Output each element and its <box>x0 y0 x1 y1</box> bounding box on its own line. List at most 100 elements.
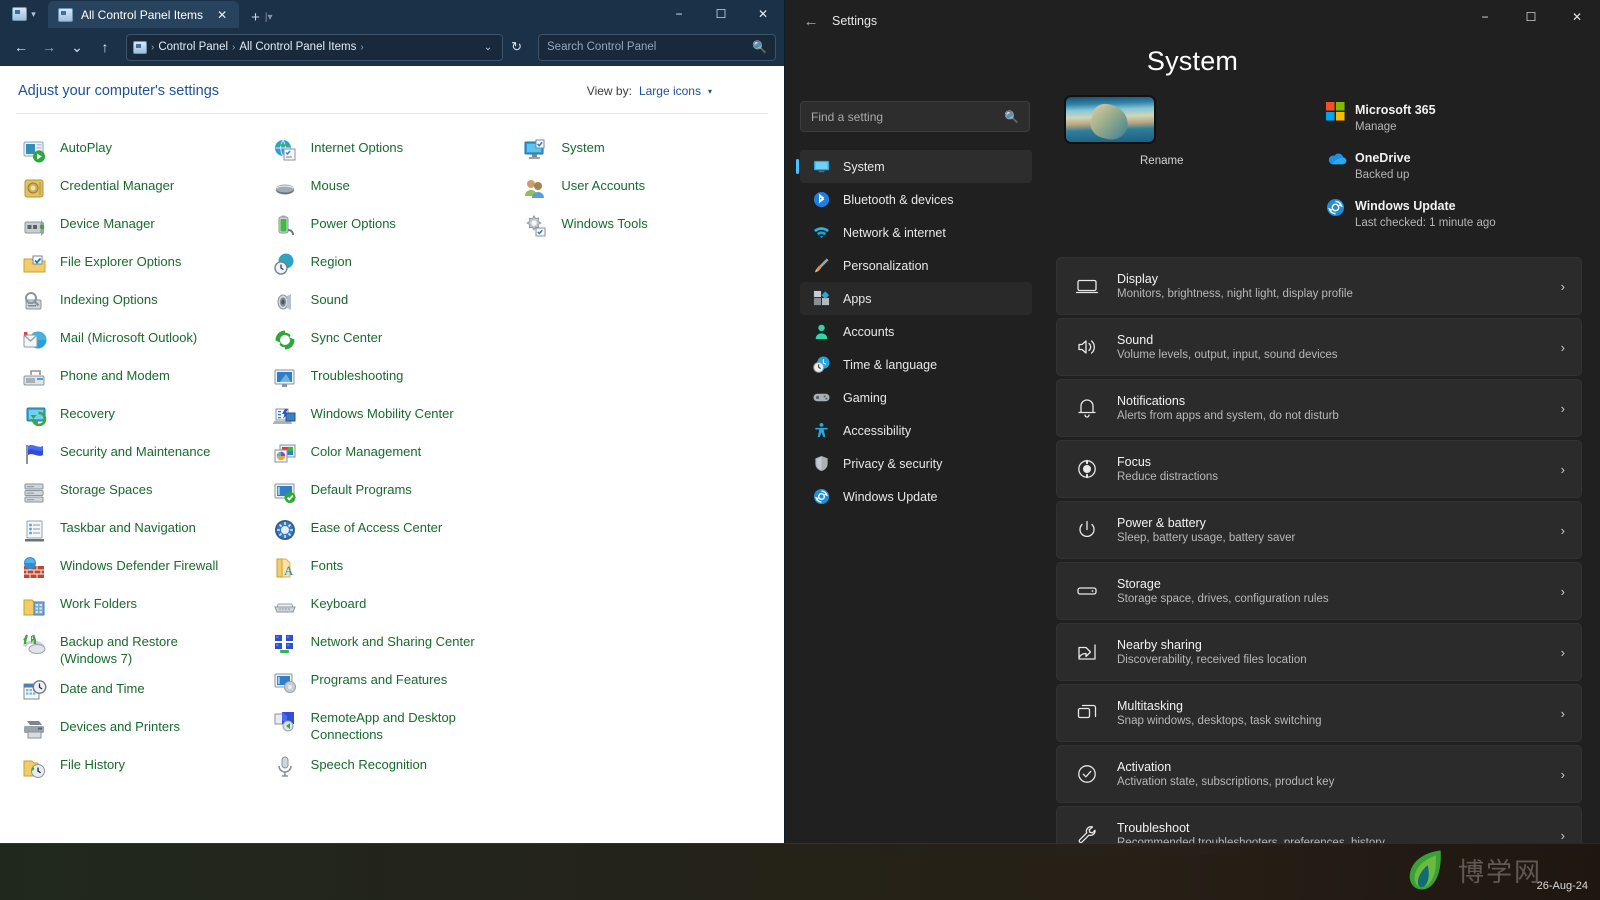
find-a-setting-input[interactable] <box>811 109 1005 124</box>
sidebar-item-privacy-security[interactable]: Privacy & security <box>800 447 1032 480</box>
taskbar-and-navigation-icon <box>22 518 48 544</box>
breadcrumb-dropdown-icon[interactable]: ⌄ <box>478 42 498 53</box>
sidebar-item-bluetooth-devices[interactable]: Bluetooth & devices <box>800 183 1032 216</box>
control-panel-item[interactable]: Mouse <box>267 170 512 208</box>
control-panel-item[interactable]: Indexing Options <box>16 284 261 322</box>
control-panel-item[interactable]: User Accounts <box>517 170 762 208</box>
speech-recognition-icon <box>273 755 299 781</box>
close-button[interactable]: ✕ <box>742 0 784 28</box>
control-panel-item[interactable]: System <box>517 132 762 170</box>
control-panel-item[interactable]: A Fonts <box>267 550 512 588</box>
control-panel-item[interactable]: RemoteApp and Desktop Connections <box>267 702 512 749</box>
rename-button[interactable]: Rename <box>1140 155 1183 167</box>
control-panel-item[interactable]: Keyboard <box>267 588 512 626</box>
settings-card-display[interactable]: Display Monitors, brightness, night light… <box>1056 257 1582 315</box>
settings-card-sound[interactable]: Sound Volume levels, output, input, sound… <box>1056 318 1582 376</box>
control-panel-item[interactable]: File Explorer Options <box>16 246 261 284</box>
control-panel-item[interactable]: Credential Manager <box>16 170 261 208</box>
control-panel-item[interactable]: Storage Spaces <box>16 474 261 512</box>
up-button[interactable]: ↑ <box>92 34 118 60</box>
control-panel-item[interactable]: Date and Time <box>16 673 261 711</box>
control-panel-item[interactable]: Sync Center <box>267 322 512 360</box>
close-tab-icon[interactable]: ✕ <box>211 8 233 22</box>
sidebar-item-network-internet[interactable]: Network & internet <box>800 216 1032 249</box>
breadcrumb-item-control-panel[interactable]: Control Panel <box>158 41 228 53</box>
status-microsoft-365[interactable]: Microsoft 365 Manage <box>1326 101 1464 133</box>
control-panel-item[interactable]: Region <box>267 246 512 284</box>
view-by-value[interactable]: Large icons <box>639 84 701 98</box>
explorer-app-menu-button[interactable]: ▾ <box>0 0 48 28</box>
close-button[interactable]: ✕ <box>1554 0 1600 34</box>
control-panel-item[interactable]: Power Options <box>267 208 512 246</box>
minimize-button[interactable]: − <box>658 0 700 28</box>
control-panel-item[interactable]: Speech Recognition <box>267 749 512 787</box>
recent-locations-button[interactable]: ⌄ <box>64 34 90 60</box>
sidebar-item-accounts[interactable]: Accounts <box>800 315 1032 348</box>
control-panel-item[interactable]: Programs and Features <box>267 664 512 702</box>
sidebar-item-gaming[interactable]: Gaming <box>800 381 1032 414</box>
settings-card-power-battery[interactable]: Power & battery Sleep, battery usage, bat… <box>1056 501 1582 559</box>
control-panel-item[interactable]: AutoPlay <box>16 132 261 170</box>
settings-card-multitasking[interactable]: Multitasking Snap windows, desktops, task… <box>1056 684 1582 742</box>
sidebar-item-windows-update[interactable]: Windows Update <box>800 480 1032 513</box>
settings-card-title: Storage <box>1117 577 1161 591</box>
control-panel-item[interactable]: Internet Options <box>267 132 512 170</box>
control-panel-search-box[interactable]: 🔍 <box>538 33 776 61</box>
settings-card-focus[interactable]: Focus Reduce distractions › <box>1056 440 1582 498</box>
control-panel-item[interactable]: Taskbar and Navigation <box>16 512 261 550</box>
control-panel-item[interactable]: Phone and Modem <box>16 360 261 398</box>
breadcrumb-item-all-control-panel-items[interactable]: All Control Panel Items <box>239 41 356 53</box>
new-tab-button[interactable]: + |▾ <box>239 10 282 28</box>
settings-card-notifications[interactable]: Notifications Alerts from apps and system… <box>1056 379 1582 437</box>
sidebar-item-apps[interactable]: Apps <box>800 282 1032 315</box>
control-panel-item[interactable]: Work Folders <box>16 588 261 626</box>
work-folders-icon <box>22 594 48 620</box>
maximize-button[interactable]: ☐ <box>700 0 742 28</box>
control-panel-item-label: Programs and Features <box>310 672 448 687</box>
minimize-button[interactable]: − <box>1462 0 1508 34</box>
control-panel-item[interactable]: Devices and Printers <box>16 711 261 749</box>
status-windows-update[interactable]: Windows Update Last checked: 1 minute ago <box>1326 197 1582 229</box>
control-panel-item[interactable]: Backup and Restore (Windows 7) <box>16 626 261 673</box>
maximize-button[interactable]: ☐ <box>1508 0 1554 34</box>
control-panel-item[interactable]: Windows Defender Firewall <box>16 550 261 588</box>
sidebar-item-system[interactable]: System <box>796 150 1032 183</box>
settings-card-list: Display Monitors, brightness, night light… <box>1056 257 1582 855</box>
settings-card-nearby-sharing[interactable]: Nearby sharing Discoverability, received … <box>1056 623 1582 681</box>
control-panel-item[interactable]: File History <box>16 749 261 787</box>
chevron-down-icon[interactable]: ▾ <box>708 87 712 96</box>
back-button[interactable]: ← <box>8 34 34 60</box>
control-panel-item-label: Sync Center <box>310 330 383 345</box>
refresh-icon[interactable]: ↻ <box>505 39 528 55</box>
onedrive-icon <box>1326 150 1347 169</box>
control-panel-item[interactable]: Recovery <box>16 398 261 436</box>
control-panel-item[interactable]: Default Programs <box>267 474 512 512</box>
status-onedrive[interactable]: OneDrive Backed up <box>1326 149 1464 181</box>
taskbar-clock[interactable]: 26-Aug-24 <box>1537 879 1588 894</box>
control-panel-item[interactable]: Windows Tools <box>517 208 762 246</box>
settings-card-activation[interactable]: Activation Activation state, subscription… <box>1056 745 1582 803</box>
control-panel-item[interactable]: Ease of Access Center <box>267 512 512 550</box>
control-panel-item[interactable]: Color Management <box>267 436 512 474</box>
control-panel-item[interactable]: Windows Mobility Center <box>267 398 512 436</box>
back-button[interactable]: ← <box>794 6 828 36</box>
forward-button[interactable]: → <box>36 34 62 60</box>
control-panel-item[interactable]: Network and Sharing Center <box>267 626 512 664</box>
device-manager-icon <box>22 214 48 240</box>
control-panel-item[interactable]: Device Manager <box>16 208 261 246</box>
search-input[interactable] <box>547 41 753 53</box>
sidebar-item-accessibility[interactable]: Accessibility <box>800 414 1032 447</box>
sidebar-item-time-language[interactable]: Time & language <box>800 348 1032 381</box>
settings-search-box[interactable]: 🔍 <box>800 101 1030 132</box>
view-by-control[interactable]: View by: Large icons ▾ <box>587 84 712 98</box>
control-panel-item[interactable]: Sound <box>267 284 512 322</box>
control-panel-item[interactable]: Troubleshooting <box>267 360 512 398</box>
browser-tab-all-control-panel-items[interactable]: All Control Panel Items ✕ <box>48 1 240 28</box>
control-panel-item[interactable]: Security and Maintenance <box>16 436 261 474</box>
breadcrumb[interactable]: › Control Panel › All Control Panel Item… <box>126 33 504 61</box>
settings-card-storage[interactable]: Storage Storage space, drives, configurat… <box>1056 562 1582 620</box>
autoplay-icon <box>22 138 48 164</box>
control-panel-item[interactable]: Mail (Microsoft Outlook) <box>16 322 261 360</box>
sidebar-item-personalization[interactable]: Personalization <box>800 249 1032 282</box>
control-panel-item-label: Storage Spaces <box>60 482 153 497</box>
